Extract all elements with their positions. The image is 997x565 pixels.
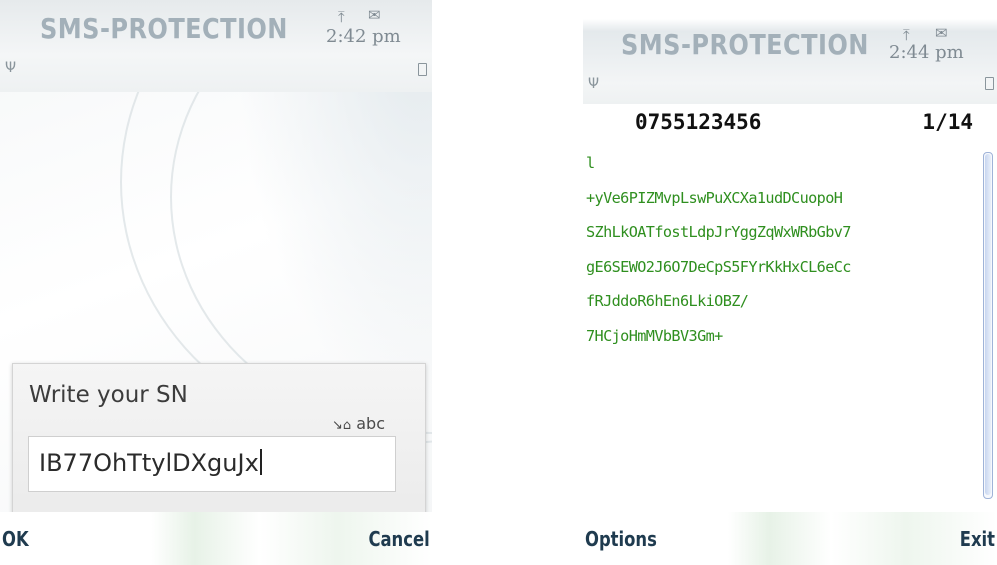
- message-line: SZhLkOATfostLdpJrYggZqWxWRbGbv7: [586, 223, 851, 241]
- scrollbar-thumb[interactable]: [985, 154, 991, 495]
- message-line: 7HCjoHmMVbBV3Gm+: [586, 326, 723, 345]
- ok-softkey[interactable]: OK: [2, 527, 29, 551]
- message-scrollbar[interactable]: [983, 152, 993, 499]
- exit-softkey[interactable]: Exit: [960, 527, 995, 551]
- message-header: 0755123456 1/14: [583, 104, 997, 140]
- app-title: SMS-PROTECTION: [40, 12, 288, 45]
- title-bar: SMS-PROTECTION ⤒ ✉ 2:42 pm Ψ: [0, 0, 432, 92]
- sn-entry-screen: SMS-PROTECTION ⤒ ✉ 2:42 pm Ψ Write your …: [0, 0, 432, 565]
- softkey-bar: Options Exit: [583, 512, 997, 565]
- message-line: fRJddoR6hEn6LkiOBZ/: [586, 292, 749, 310]
- message-body: l +yVe6PIZMvpLswPuXCXa1udDCuopoH SZhLkOA…: [586, 146, 976, 353]
- cancel-softkey[interactable]: Cancel: [369, 527, 430, 551]
- sn-input-value-wrap: IB77OhTtylDXguJx: [39, 449, 262, 477]
- clock: 2:42 pm: [326, 26, 401, 47]
- page-indicator: 1/14: [922, 110, 973, 134]
- signal-icon: Ψ: [588, 76, 600, 92]
- message-line: l: [586, 154, 595, 172]
- message-line: gE6SEWO2J6O7DeCpS5FYrKkHxCL6eCc: [586, 257, 851, 276]
- mail-icon: ✉: [368, 6, 381, 24]
- battery-icon: [418, 63, 427, 76]
- options-softkey[interactable]: Options: [585, 527, 657, 551]
- input-mode-indicator: ↘⌂ abc: [332, 414, 385, 433]
- sn-input-value: IB77OhTtylDXguJx: [39, 449, 259, 477]
- sn-dialog: Write your SN ↘⌂ abc IB77OhTtylDXguJx: [12, 363, 426, 520]
- title-bar: SMS-PROTECTION ⤒ ✉ 2:44 pm Ψ: [583, 0, 997, 104]
- upload-icon: ⤒: [338, 8, 345, 26]
- dialog-prompt: Write your SN: [29, 382, 188, 408]
- clock: 2:44 pm: [889, 42, 964, 63]
- battery-icon: [985, 77, 994, 90]
- sender-number: 0755123456: [635, 110, 762, 134]
- message-view-screen: SMS-PROTECTION ⤒ ✉ 2:44 pm Ψ 0755123456 …: [583, 0, 997, 565]
- softkey-bar: OK Cancel: [0, 512, 432, 565]
- app-title: SMS-PROTECTION: [621, 28, 869, 61]
- input-mode-label: abc: [356, 414, 385, 433]
- sn-input[interactable]: IB77OhTtylDXguJx: [28, 436, 396, 492]
- signal-icon: Ψ: [5, 60, 17, 76]
- pen-icon: ↘⌂: [331, 418, 352, 433]
- mail-icon: ✉: [935, 24, 948, 42]
- text-caret: [259, 449, 262, 475]
- message-line: +yVe6PIZMvpLswPuXCXa1udDCuopoH: [586, 188, 843, 207]
